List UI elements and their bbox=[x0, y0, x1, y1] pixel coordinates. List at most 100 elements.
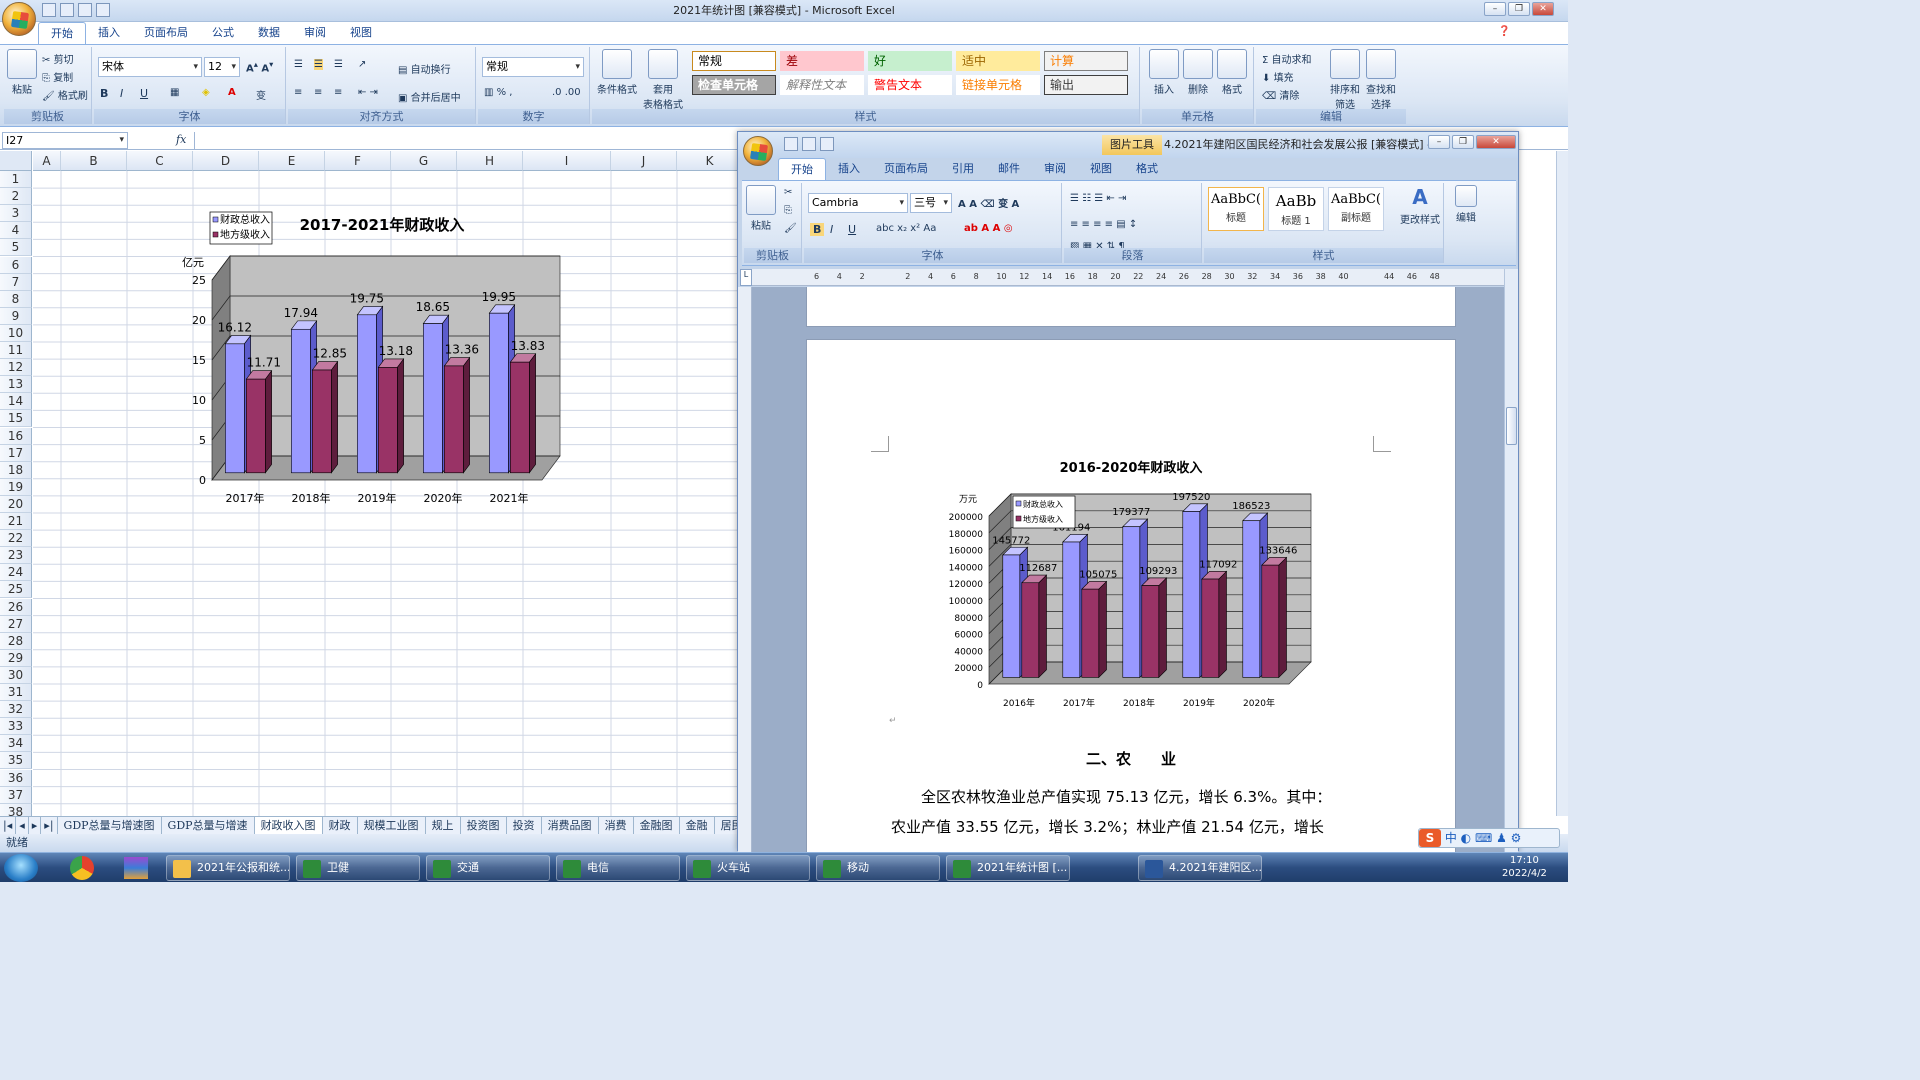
sheet-tab-6[interactable]: 投资图 bbox=[461, 817, 507, 834]
excel-chart[interactable]: 0 5 10 15 20 25 亿元 2017-2021年财政收入 2017年 16.12 11.7… bbox=[150, 200, 590, 520]
row-header-11[interactable]: 11 bbox=[0, 342, 32, 360]
row-header-17[interactable]: 17 bbox=[0, 444, 32, 462]
font-name-combo[interactable]: 宋体 bbox=[98, 57, 202, 77]
font-color-button[interactable]: A bbox=[228, 87, 236, 98]
indent-button[interactable]: ⇤ ⇥ bbox=[358, 87, 378, 98]
word-edit-button[interactable]: 编辑 bbox=[1450, 185, 1482, 224]
cell-style-6[interactable]: 解释性文本 bbox=[780, 75, 864, 95]
print-preview-icon[interactable] bbox=[96, 3, 110, 17]
row-header-26[interactable]: 26 bbox=[0, 598, 32, 616]
word-restore-button[interactable]: ❐ bbox=[1452, 135, 1474, 149]
decimal-button[interactable]: .0 .00 bbox=[552, 87, 581, 98]
row-header-18[interactable]: 18 bbox=[0, 461, 32, 479]
word-grow-font-button[interactable]: A A ⌫ 变 A bbox=[958, 195, 1019, 210]
cell-style-5[interactable]: 检查单元格 bbox=[692, 75, 776, 95]
clock-time[interactable]: 17:10 bbox=[1510, 855, 1539, 866]
clear-button[interactable]: ⌫ 清除 bbox=[1262, 87, 1299, 102]
autosum-button[interactable]: Σ 自动求和 bbox=[1262, 51, 1312, 66]
sheet-nav-last-icon[interactable]: ▸| bbox=[41, 817, 58, 834]
horizontal-ruler[interactable]: 6 4 2 2 4 6 8 10 12 14 16 18 20 22 24 26 28 30 32 34 36 38 40 4… bbox=[752, 269, 1506, 286]
row-header-19[interactable]: 19 bbox=[0, 478, 32, 496]
restore-button[interactable]: ❐ bbox=[1508, 2, 1530, 16]
taskbar-item-4[interactable]: 火车站 bbox=[686, 855, 810, 881]
sort-filter-button[interactable]: 排序和 筛选 bbox=[1328, 49, 1362, 111]
wrap-text-button[interactable]: ▤ 自动换行 bbox=[398, 61, 451, 76]
sheet-tab-11[interactable]: 金融 bbox=[680, 817, 715, 834]
winrar-icon[interactable] bbox=[124, 857, 148, 879]
taskbar-item-5[interactable]: 移动 bbox=[816, 855, 940, 881]
word-bold-button[interactable]: B bbox=[810, 223, 825, 236]
align-center-button[interactable]: ≡ bbox=[314, 87, 322, 98]
sheet-tab-1[interactable]: GDP总量与增速 bbox=[162, 817, 255, 834]
row-header-28[interactable]: 28 bbox=[0, 632, 32, 650]
row-header-7[interactable]: 7 bbox=[0, 273, 32, 291]
row-header-3[interactable]: 3 bbox=[0, 205, 32, 223]
row-header-6[interactable]: 6 bbox=[0, 256, 32, 274]
column-header-I[interactable]: I bbox=[523, 151, 611, 171]
ime-toolbar[interactable]: S 中 ◐ ⌨ ♟ ⚙ bbox=[1418, 828, 1560, 848]
excel-tab-1[interactable]: 插入 bbox=[86, 22, 132, 44]
office-button[interactable] bbox=[2, 2, 36, 36]
row-header-2[interactable]: 2 bbox=[0, 188, 32, 206]
row-header-31[interactable]: 31 bbox=[0, 684, 32, 702]
align-bottom-button[interactable]: ☰ bbox=[334, 59, 343, 70]
row-header-1[interactable]: 1 bbox=[0, 171, 32, 189]
column-header-C[interactable]: C bbox=[127, 151, 193, 171]
column-header-G[interactable]: G bbox=[391, 151, 457, 171]
row-header-25[interactable]: 25 bbox=[0, 581, 32, 599]
word-redo-icon[interactable] bbox=[820, 137, 834, 151]
cut-button[interactable]: ✂ 剪切 bbox=[42, 51, 74, 66]
word-font-size-combo[interactable]: 三号 bbox=[910, 193, 952, 213]
word-highlight-fontcolor-buttons[interactable]: ab A A ◎ bbox=[964, 223, 1013, 234]
row-header-8[interactable]: 8 bbox=[0, 290, 32, 308]
clock-date[interactable]: 2022/4/2 bbox=[1502, 868, 1547, 879]
row-header-21[interactable]: 21 bbox=[0, 513, 32, 531]
word-tab-3[interactable]: 引用 bbox=[940, 158, 986, 180]
word-style-1[interactable]: AaBb 标题 1 bbox=[1268, 187, 1324, 231]
grow-font-button[interactable]: A▴ A▾ bbox=[246, 59, 273, 74]
scroll-thumb[interactable] bbox=[1506, 407, 1517, 445]
start-button[interactable] bbox=[4, 854, 38, 882]
font-size-combo[interactable]: 12 bbox=[204, 57, 240, 77]
word-align-buttons[interactable]: ≡ ≡ ≡ ≡ ▤ ↕ bbox=[1070, 219, 1137, 230]
word-strike-sub-sup-buttons[interactable]: abc x₂ x² Aa bbox=[876, 223, 936, 234]
word-paste-button[interactable]: 粘贴 bbox=[746, 185, 776, 232]
word-italic-button[interactable]: I bbox=[830, 223, 833, 236]
column-header-K[interactable]: K bbox=[677, 151, 743, 171]
sheet-tab-8[interactable]: 消费品图 bbox=[542, 817, 599, 834]
format-painter-button[interactable]: 🖌 格式刷 bbox=[42, 87, 88, 102]
close-button[interactable]: ✕ bbox=[1532, 2, 1554, 16]
bold-button[interactable]: B bbox=[100, 87, 108, 100]
excel-vertical-scrollbar[interactable] bbox=[1556, 151, 1568, 816]
sheet-tab-4[interactable]: 规模工业图 bbox=[358, 817, 426, 834]
minimize-button[interactable]: – bbox=[1484, 2, 1506, 16]
column-header-A[interactable]: A bbox=[33, 151, 61, 171]
paste-button[interactable]: 粘贴 bbox=[6, 49, 38, 96]
row-header-12[interactable]: 12 bbox=[0, 359, 32, 377]
word-cut-icon[interactable]: ✂ bbox=[784, 187, 792, 198]
row-header-4[interactable]: 4 bbox=[0, 222, 32, 240]
word-style-0[interactable]: AaBbC(标题 bbox=[1208, 187, 1264, 231]
taskbar-item-0[interactable]: 2021年公报和统... bbox=[166, 855, 290, 881]
row-header-23[interactable]: 23 bbox=[0, 547, 32, 565]
word-format-painter-icon[interactable]: 🖌 bbox=[784, 223, 797, 234]
column-header-B[interactable]: B bbox=[61, 151, 127, 171]
row-header-34[interactable]: 34 bbox=[0, 735, 32, 753]
column-header-E[interactable]: E bbox=[259, 151, 325, 171]
row-header-20[interactable]: 20 bbox=[0, 495, 32, 513]
cell-style-8[interactable]: 链接单元格 bbox=[956, 75, 1040, 95]
cell-style-4[interactable]: 计算 bbox=[1044, 51, 1128, 71]
row-header-10[interactable]: 10 bbox=[0, 324, 32, 342]
chrome-icon[interactable] bbox=[70, 856, 94, 880]
cell-style-1[interactable]: 差 bbox=[780, 51, 864, 71]
excel-tab-4[interactable]: 数据 bbox=[246, 22, 292, 44]
save-icon[interactable] bbox=[42, 3, 56, 17]
row-header-35[interactable]: 35 bbox=[0, 752, 32, 770]
column-header-H[interactable]: H bbox=[457, 151, 523, 171]
word-tab-2[interactable]: 页面布局 bbox=[872, 158, 940, 180]
format-as-table-button[interactable]: 套用 表格格式 bbox=[638, 49, 688, 111]
cell-style-7[interactable]: 警告文本 bbox=[868, 75, 952, 95]
word-vertical-scrollbar[interactable] bbox=[1504, 269, 1518, 852]
row-header-22[interactable]: 22 bbox=[0, 530, 32, 548]
sheet-nav-next-icon[interactable]: ▸ bbox=[29, 817, 42, 834]
